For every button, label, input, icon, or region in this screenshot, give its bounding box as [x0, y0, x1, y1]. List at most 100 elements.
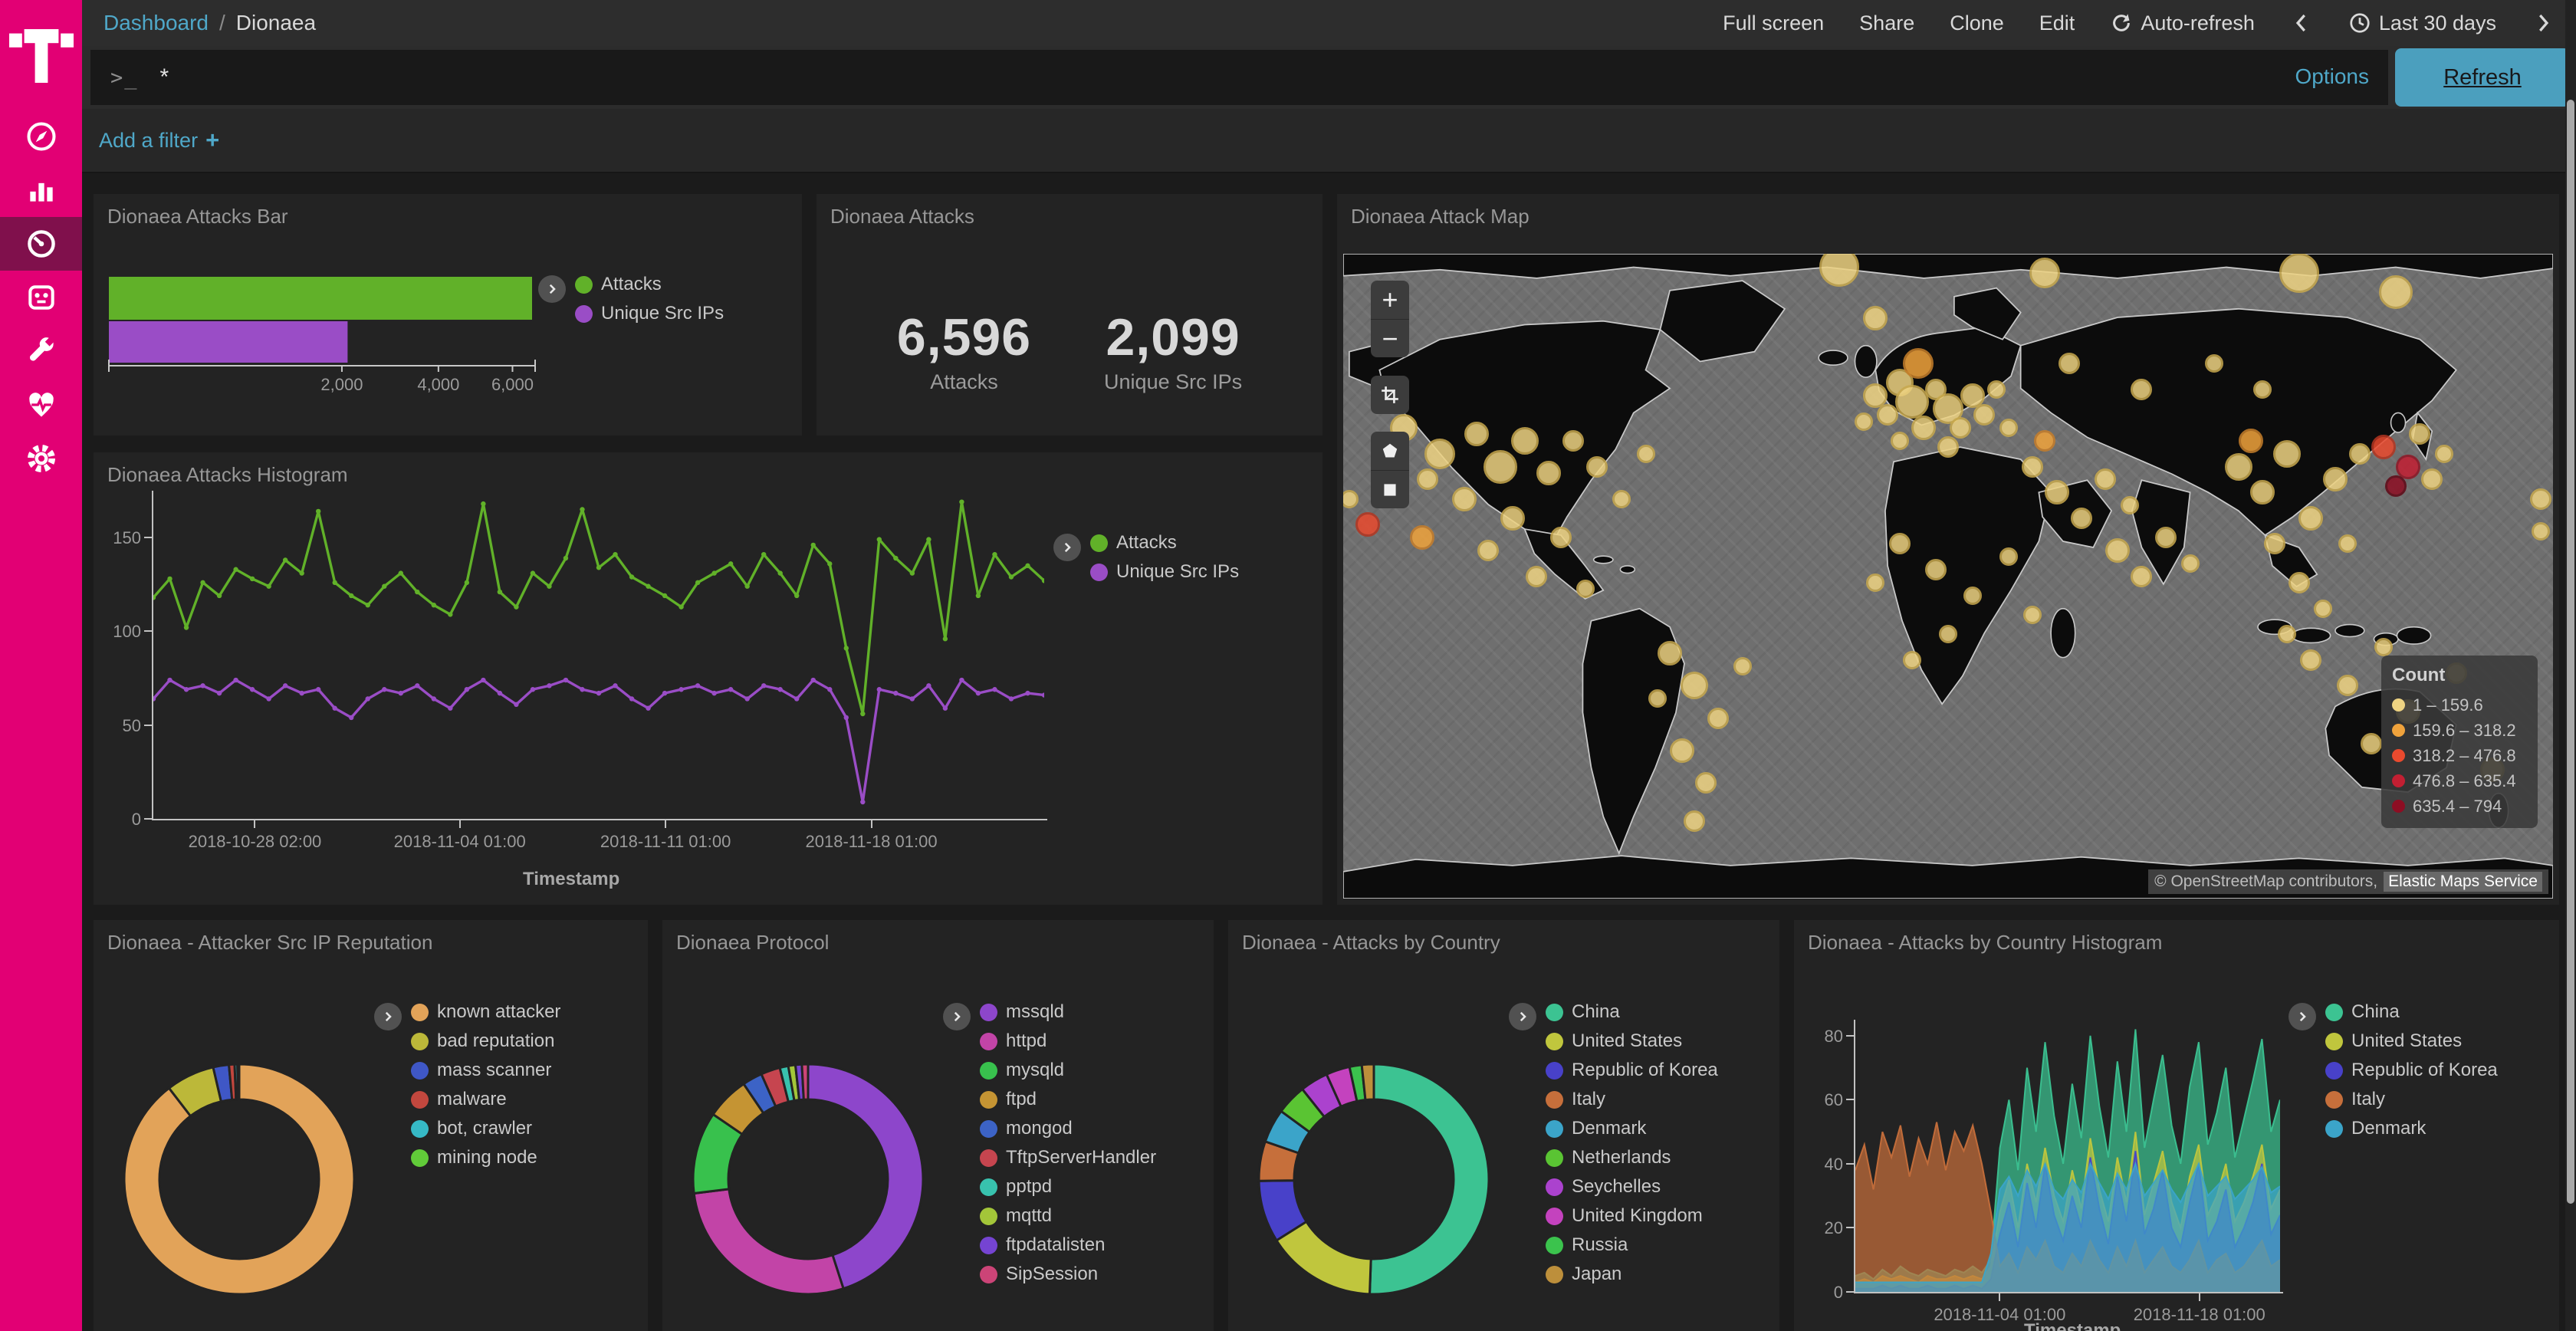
protocol-donut-chart[interactable] — [692, 1063, 925, 1296]
query-prompt-icon: >_ — [110, 66, 139, 90]
search-input[interactable]: >_ * — [90, 50, 2388, 105]
legend-toggle-icon[interactable] — [1053, 534, 1081, 561]
legend: China United States Republic of Korea Italy… — [2288, 1003, 2498, 1138]
full-screen-button[interactable]: Full screen — [1723, 12, 1824, 35]
sidebar-item-visualize[interactable] — [0, 163, 82, 217]
attack-location-dot — [2095, 468, 2116, 490]
legend-item[interactable]: Attacks — [1090, 534, 1239, 552]
legend-item[interactable]: United States — [1546, 1032, 1718, 1050]
panel-title: Dionaea Attacks Histogram — [107, 463, 348, 487]
axis-tick-label: 40 — [1805, 1155, 1843, 1175]
legend-item[interactable]: Seychelles — [1546, 1178, 1718, 1196]
legend-item[interactable]: Italy — [1546, 1090, 1718, 1109]
legend-item[interactable]: Denmark — [2325, 1119, 2498, 1138]
attack-location-dot — [1648, 689, 1667, 708]
reputation-donut-chart[interactable] — [123, 1063, 356, 1296]
attacks-bar-chart: 2,0004,0006,000 — [106, 269, 596, 407]
legend-item[interactable]: mass scanner — [411, 1061, 560, 1080]
scrollbar-thumb[interactable] — [2567, 100, 2574, 1204]
legend-item[interactable]: Attacks — [575, 275, 724, 294]
attack-location-dot — [2058, 353, 2080, 374]
legend-color-dot — [1546, 1149, 1563, 1167]
attack-location-dot — [1536, 461, 1561, 485]
legend-label: United States — [2351, 1030, 2462, 1052]
legend-item[interactable]: Russia — [1546, 1236, 1718, 1254]
add-filter-button[interactable]: Add a filter + — [99, 127, 219, 154]
legend-item[interactable]: Unique Src IPs — [1090, 563, 1239, 581]
refresh-button[interactable]: Refresh — [2395, 48, 2570, 107]
legend-item[interactable]: United States — [2325, 1032, 2498, 1050]
auto-refresh-button[interactable]: Auto-refresh — [2110, 12, 2255, 35]
time-range-picker[interactable]: Last 30 days — [2348, 12, 2496, 35]
legend-label: Republic of Korea — [2351, 1060, 2498, 1081]
world-map[interactable]: + − Count 1 – 159.6159.6 – 318.2318.2 – … — [1343, 254, 2553, 899]
attack-location-dot — [1586, 456, 1608, 478]
attack-location-dot — [1484, 450, 1517, 484]
legend-item[interactable]: httpd — [980, 1032, 1156, 1050]
legend-item[interactable]: mssqld — [980, 1003, 1156, 1021]
time-back-button[interactable] — [2290, 12, 2313, 35]
sidebar-item-timelion[interactable] — [0, 271, 82, 324]
crop-icon[interactable] — [1371, 376, 1409, 414]
t-mobile-logo-icon[interactable] — [0, 8, 82, 92]
clone-button[interactable]: Clone — [1950, 12, 2004, 35]
panel-protocol: Dionaea Protocol mssqldhttpdmysqldftpdmo… — [662, 920, 1214, 1331]
legend-item[interactable]: bad reputation — [411, 1032, 560, 1050]
sidebar-item-devtools[interactable] — [0, 324, 82, 378]
breadcrumb-dashboard-link[interactable]: Dashboard — [104, 11, 209, 35]
legend-item[interactable]: Japan — [1546, 1265, 1718, 1283]
options-link[interactable]: Options — [2295, 64, 2370, 89]
zoom-out-button[interactable]: − — [1371, 319, 1409, 357]
legend-item[interactable]: ftpdatalisten — [980, 1236, 1156, 1254]
zoom-in-button[interactable]: + — [1371, 281, 1409, 319]
share-button[interactable]: Share — [1859, 12, 1914, 35]
legend-item[interactable]: China — [2325, 1003, 2498, 1021]
legend-item[interactable]: SipSession — [980, 1265, 1156, 1283]
legend-item[interactable]: known attacker — [411, 1003, 560, 1021]
legend-item[interactable]: mqttd — [980, 1207, 1156, 1225]
attack-location-dot — [1999, 547, 2018, 566]
legend-item[interactable]: mongod — [980, 1119, 1156, 1138]
time-forward-button[interactable] — [2532, 12, 2555, 35]
elastic-maps-service-link[interactable]: Elastic Maps Service — [2384, 872, 2542, 892]
legend-item[interactable]: Unique Src IPs — [575, 304, 724, 323]
legend-toggle-icon[interactable] — [1509, 1003, 1536, 1030]
filter-bar: Add a filter + — [82, 109, 2576, 173]
legend-item[interactable]: pptpd — [980, 1178, 1156, 1196]
legend-item[interactable]: China — [1546, 1003, 1718, 1021]
legend-item[interactable]: mysqld — [980, 1061, 1156, 1080]
legend-item[interactable]: Denmark — [1546, 1119, 1718, 1138]
axis-tick-label — [1854, 1020, 1855, 1293]
legend-toggle-icon[interactable] — [2288, 1003, 2316, 1030]
country-donut-chart[interactable] — [1257, 1063, 1490, 1296]
legend-item[interactable]: TftpServerHandler — [980, 1149, 1156, 1167]
legend-item[interactable]: mining node — [411, 1149, 560, 1167]
legend-item[interactable]: Netherlands — [1546, 1149, 1718, 1167]
legend-label: 318.2 – 476.8 — [2413, 746, 2516, 766]
sidebar-item-dashboard[interactable] — [0, 217, 82, 271]
legend-toggle-icon[interactable] — [943, 1003, 971, 1030]
polygon-tool-icon[interactable] — [1371, 432, 1409, 470]
legend-item[interactable]: malware — [411, 1090, 560, 1109]
axis-tick-label — [1854, 1292, 2283, 1293]
legend-item[interactable]: bot, crawler — [411, 1119, 560, 1138]
attack-location-dot — [1891, 432, 1909, 450]
sidebar-item-management[interactable] — [0, 432, 82, 485]
legend-item[interactable]: Republic of Korea — [2325, 1061, 2498, 1080]
legend-toggle-icon[interactable] — [374, 1003, 402, 1030]
sidebar-item-monitoring[interactable] — [0, 378, 82, 432]
attack-location-dot — [2371, 435, 2396, 459]
rectangle-tool-icon[interactable] — [1371, 470, 1409, 508]
axis-tick-label: 50 — [101, 716, 141, 736]
legend-item[interactable]: Republic of Korea — [1546, 1061, 1718, 1080]
axis-tick-label — [1846, 1163, 1854, 1165]
legend-item[interactable]: ftpd — [980, 1090, 1156, 1109]
edit-button[interactable]: Edit — [2039, 12, 2075, 35]
axis-tick-label — [144, 537, 152, 538]
map-legend-item: 159.6 – 318.2 — [2392, 718, 2527, 743]
attack-location-dot — [2379, 275, 2413, 309]
sidebar-item-discover[interactable] — [0, 110, 82, 163]
legend-item[interactable]: Italy — [2325, 1090, 2498, 1109]
legend-toggle-icon[interactable] — [538, 275, 566, 303]
legend-item[interactable]: United Kingdom — [1546, 1207, 1718, 1225]
